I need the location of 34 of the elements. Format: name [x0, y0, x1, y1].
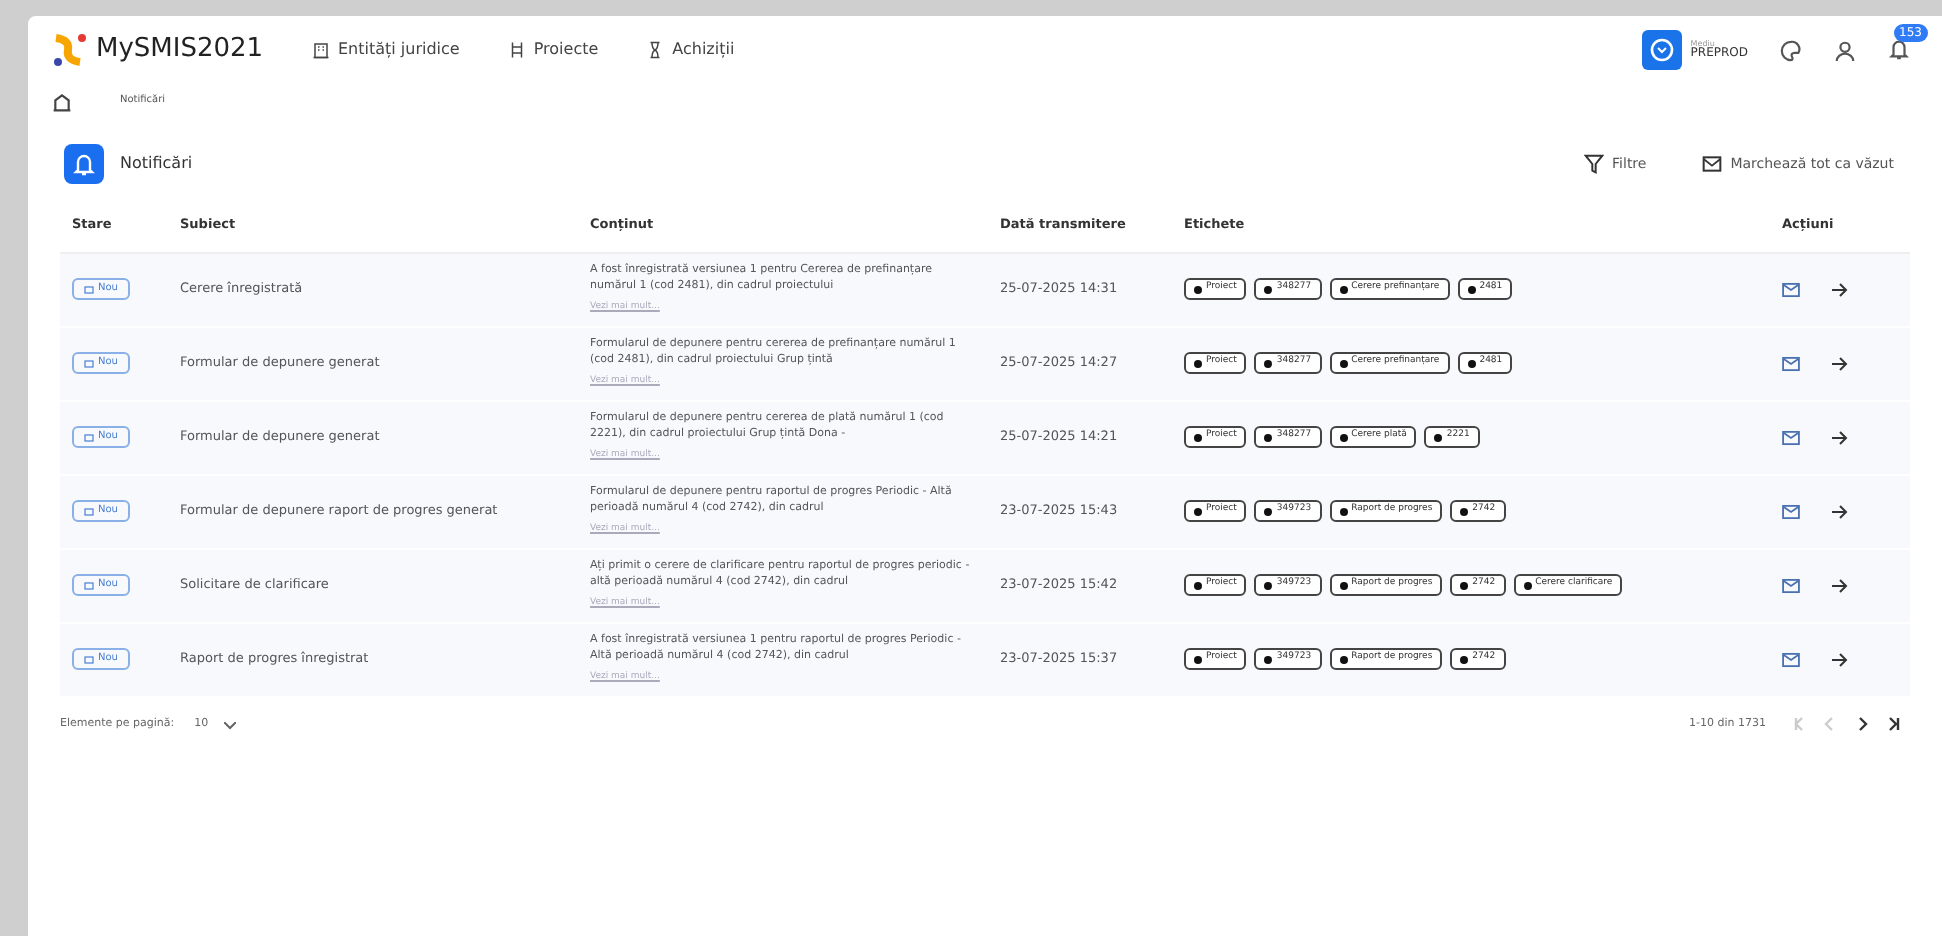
mail-icon[interactable] — [1782, 355, 1800, 371]
filter-icon — [1584, 154, 1605, 174]
arrow-right-icon[interactable] — [1832, 281, 1848, 297]
mail-icon[interactable] — [1782, 651, 1800, 667]
bell-icon — [64, 144, 104, 184]
page-title: Notificări — [120, 152, 193, 176]
user-icon[interactable] — [1834, 39, 1856, 61]
mail-icon[interactable] — [1782, 503, 1800, 519]
logo-icon — [52, 32, 88, 68]
mail-icon[interactable] — [1782, 281, 1800, 297]
home-icon[interactable] — [52, 92, 72, 112]
arrow-right-icon[interactable] — [1832, 651, 1848, 667]
last-page-icon — [1886, 715, 1902, 732]
hourglass-icon — [646, 40, 665, 60]
first-page-icon — [1790, 715, 1806, 732]
arrow-right-icon[interactable] — [1832, 355, 1848, 371]
chevron-left-icon — [1822, 715, 1838, 732]
arrow-right-icon[interactable] — [1832, 429, 1848, 445]
building-icon — [312, 40, 330, 60]
nav-link[interactable]: Proiecte — [507, 38, 599, 62]
palette-icon[interactable] — [1780, 39, 1802, 61]
ladder-icon — [507, 40, 526, 60]
nav-link[interactable]: Achiziții — [646, 38, 735, 62]
mail-icon[interactable] — [1782, 429, 1800, 445]
arrow-right-icon[interactable] — [1832, 503, 1848, 519]
mail-icon[interactable] — [1782, 577, 1800, 593]
mail-icon — [1702, 154, 1723, 174]
arrow-right-icon[interactable] — [1832, 577, 1848, 593]
notifications-icon[interactable] — [1888, 38, 1910, 61]
caret-icon — [224, 721, 237, 729]
nav-link[interactable]: Entități juridice — [312, 38, 460, 62]
environment-icon — [1642, 30, 1683, 70]
chevron-right-icon — [1854, 715, 1870, 732]
app-name: MySMIS2021 — [96, 32, 264, 69]
